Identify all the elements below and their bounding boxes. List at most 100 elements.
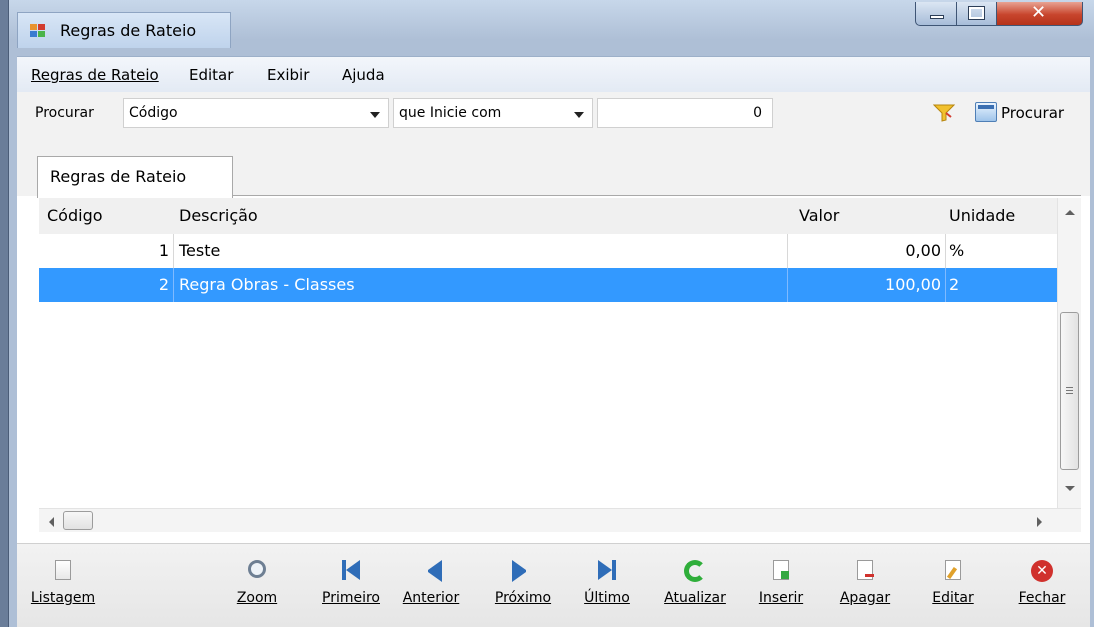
maximize-icon [968,6,985,20]
scroll-up-icon[interactable] [1065,210,1075,215]
cell-divider [945,268,946,302]
search-bar: Procurar Código que Inicie com 0 Procura… [17,92,1090,134]
table-row[interactable]: 2 Regra Obras - Classes 100,00 2 [39,268,1057,302]
menu-bar: Regras de Rateio Editar Exibir Ajuda [17,56,1090,92]
maximize-button[interactable] [957,2,997,26]
app-window: Regras de Rateio ✕ Regras de Rateio Edit… [8,0,1094,627]
search-field-select[interactable]: Código [123,98,389,128]
chevron-down-icon [370,112,380,118]
insert-icon [773,560,789,580]
horizontal-scroll-thumb[interactable] [63,511,93,530]
tab-divider [233,195,1081,196]
data-grid[interactable]: Código Descrição Valor Unidade 1 Teste 0… [39,198,1081,538]
client-area: Regras de Rateio Editar Exibir Ajuda Pro… [17,56,1090,627]
minimize-button[interactable] [915,2,957,26]
close-icon: ✕ [1031,560,1053,582]
menu-regras-de-rateio[interactable]: Regras de Rateio [31,66,159,84]
anterior-label: Anterior [402,590,460,606]
vertical-scroll-thumb[interactable] [1060,312,1079,470]
cell-valor: 100,00 [885,275,941,294]
cell-descricao: Teste [179,241,221,260]
title-bar[interactable]: Regras de Rateio ✕ [9,0,1094,56]
delete-icon [857,560,874,580]
previous-icon [420,560,442,582]
grid-header: Código Descrição Valor Unidade [39,198,1057,234]
proximo-button[interactable]: Próximo [483,544,563,627]
anterior-button[interactable]: Anterior [397,544,465,627]
horizontal-scrollbar[interactable] [39,508,1081,532]
last-icon [598,560,616,580]
search-condition-value: que Inicie com [399,105,502,121]
chevron-down-icon [574,112,584,118]
proximo-label: Próximo [494,590,552,606]
menu-ajuda[interactable]: Ajuda [342,66,385,84]
search-label: Procurar [35,105,94,121]
scroll-right-icon[interactable] [1037,517,1042,527]
ultimo-label: Último [584,590,630,606]
column-header-codigo[interactable]: Código [47,206,103,225]
document-icon [55,560,71,580]
fechar-button[interactable]: ✕ Fechar [1007,544,1077,627]
vertical-scrollbar[interactable] [1057,198,1081,508]
inserir-button[interactable]: Inserir [751,544,811,627]
search-field-value: Código [129,105,178,121]
search-button[interactable]: Procurar [975,100,1085,126]
menu-label: Regras de Rateio [31,66,159,84]
fechar-label: Fechar [1018,590,1066,606]
cell-divider [173,268,174,302]
minimize-icon [930,15,944,19]
search-condition-select[interactable]: que Inicie com [393,98,593,128]
cell-codigo: 1 [158,241,169,260]
menu-exibir[interactable]: Exibir [267,66,309,84]
window-close-icon: ✕ [1031,2,1047,23]
apagar-label: Apagar [839,590,891,606]
search-input[interactable]: 0 [597,98,773,128]
refresh-icon [684,560,706,582]
column-header-unidade[interactable]: Unidade [949,206,1015,225]
bottom-toolbar: Listagem Zoom Primeiro Anterior Próximo [17,543,1090,627]
menu-label: Ajuda [342,66,385,84]
funnel-icon[interactable] [933,104,955,122]
zoom-button[interactable]: Zoom [227,544,287,627]
cell-descricao: Regra Obras - Classes [179,275,355,294]
menu-label: Exibir [267,66,310,84]
cell-divider [945,234,946,268]
edit-icon [945,560,961,580]
app-icon [30,24,46,38]
primeiro-label: Primeiro [322,590,380,606]
editar-label: Editar [932,590,974,606]
inserir-label: Inserir [758,590,804,606]
cell-codigo: 2 [158,275,169,294]
listagem-label: Listagem [30,590,96,606]
next-icon [512,560,534,582]
grip-icon [1066,387,1073,394]
primeiro-button[interactable]: Primeiro [313,544,389,627]
scroll-down-icon[interactable] [1065,486,1075,491]
cell-divider [787,234,788,268]
apagar-button[interactable]: Apagar [833,544,897,627]
atualizar-label: Atualizar [664,590,726,606]
cell-divider [173,234,174,268]
zoom-label: Zoom [236,590,278,606]
search-icon [975,102,997,122]
listagem-button[interactable]: Listagem [21,544,105,627]
window-close-button[interactable]: ✕ [997,2,1083,26]
tab-label: Regras de Rateio [50,167,187,186]
ultimo-button[interactable]: Último [577,544,637,627]
atualizar-button[interactable]: Atualizar [653,544,737,627]
table-row[interactable]: 1 Teste 0,00 % [39,234,1057,268]
window-title: Regras de Rateio [60,21,197,40]
scroll-left-icon[interactable] [49,517,54,527]
title-tab: Regras de Rateio [17,12,231,48]
search-button-label: Procurar [1001,104,1065,122]
tab-regras-de-rateio[interactable]: Regras de Rateio [37,156,233,198]
column-header-valor[interactable]: Valor [799,206,839,225]
cell-unidade: 2 [949,275,960,294]
editar-button[interactable]: Editar [923,544,983,627]
search-input-value: 0 [753,105,762,121]
magnifier-icon [248,560,266,578]
cell-unidade: % [949,241,965,260]
column-header-descricao[interactable]: Descrição [179,206,258,225]
menu-editar[interactable]: Editar [189,66,233,84]
tab-strip: Regras de Rateio [17,134,1090,198]
